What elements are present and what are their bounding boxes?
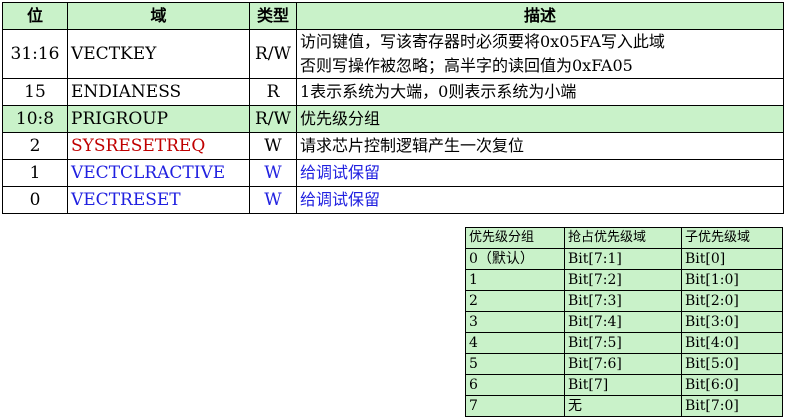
group-cell: 3 xyxy=(465,311,565,333)
field-cell: VECTRESET xyxy=(67,186,250,214)
preempt-cell: Bit[7] xyxy=(564,374,682,396)
table-row: 1 VECTCLRACTIVE W 给调试保留 xyxy=(2,159,784,187)
field-cell: PRIGROUP xyxy=(67,105,250,133)
header-preempt-field: 抢占优先级域 xyxy=(564,227,682,249)
subpriority-cell: Bit[6:0] xyxy=(681,374,783,396)
table-row: 2 SYSRESETREQ W 请求芯片控制逻辑产生一次复位 xyxy=(2,132,784,160)
subpriority-cell: Bit[5:0] xyxy=(681,353,783,375)
subpriority-cell: Bit[1:0] xyxy=(681,269,783,291)
subpriority-cell: Bit[4:0] xyxy=(681,332,783,354)
group-cell: 5 xyxy=(465,353,565,375)
table-row: 31:16 VECTKEY R/W 访问键值，写该寄存器时必须要将0x05FA写… xyxy=(2,29,784,79)
subpriority-cell: Bit[2:0] xyxy=(681,290,783,312)
field-cell: ENDIANESS xyxy=(67,78,250,106)
bit-cell: 10:8 xyxy=(2,105,68,133)
table-row: 5 Bit[7:6] Bit[5:0] xyxy=(465,353,783,375)
group-cell: 0（默认） xyxy=(465,248,565,270)
group-cell: 2 xyxy=(465,290,565,312)
register-table: 位 域 类型 描述 31:16 VECTKEY R/W 访问键值，写该寄存器时必… xyxy=(2,2,784,214)
header-subpriority-field: 子优先级域 xyxy=(681,227,783,249)
type-cell: R/W xyxy=(249,105,297,133)
table-row: 1 Bit[7:2] Bit[1:0] xyxy=(465,269,783,291)
table-row: 6 Bit[7] Bit[6:0] xyxy=(465,374,783,396)
header-bit: 位 xyxy=(2,2,68,30)
description-line: 访问键值，写该寄存器时必须要将0x05FA写入此域 xyxy=(300,32,665,51)
description-cell: 请求芯片控制逻辑产生一次复位 xyxy=(296,132,784,160)
table-row: 15 ENDIANESS R 1表示系统为大端，0则表示系统为小端 xyxy=(2,78,784,106)
bit-cell: 1 xyxy=(2,159,68,187)
bit-cell: 31:16 xyxy=(2,29,68,79)
type-cell: W xyxy=(249,132,297,160)
description-cell: 访问键值，写该寄存器时必须要将0x05FA写入此域 否则写操作被忽略；高半字的读… xyxy=(296,29,784,79)
preempt-cell: Bit[7:2] xyxy=(564,269,682,291)
group-cell: 7 xyxy=(465,395,565,417)
bit-cell: 0 xyxy=(2,186,68,214)
type-cell: W xyxy=(249,159,297,187)
description-cell: 给调试保留 xyxy=(296,159,784,187)
preempt-cell: Bit[7:1] xyxy=(564,248,682,270)
description-cell: 给调试保留 xyxy=(296,186,784,214)
priority-table-header: 优先级分组 抢占优先级域 子优先级域 xyxy=(465,227,783,249)
subpriority-cell: Bit[3:0] xyxy=(681,311,783,333)
field-cell: VECTKEY xyxy=(67,29,250,79)
header-priority-group: 优先级分组 xyxy=(465,227,565,249)
table-row: 7 无 Bit[7:0] xyxy=(465,395,783,417)
field-cell: VECTCLRACTIVE xyxy=(67,159,250,187)
preempt-cell: Bit[7:6] xyxy=(564,353,682,375)
register-table-header: 位 域 类型 描述 xyxy=(2,2,784,30)
priority-group-table: 优先级分组 抢占优先级域 子优先级域 0（默认） Bit[7:1] Bit[0]… xyxy=(465,227,783,417)
description-cell: 1表示系统为大端，0则表示系统为小端 xyxy=(296,78,784,106)
header-field: 域 xyxy=(67,2,250,30)
bit-cell: 15 xyxy=(2,78,68,106)
header-description: 描述 xyxy=(296,2,784,30)
table-row: 4 Bit[7:5] Bit[4:0] xyxy=(465,332,783,354)
preempt-cell: Bit[7:4] xyxy=(564,311,682,333)
field-cell: SYSRESETREQ xyxy=(67,132,250,160)
group-cell: 4 xyxy=(465,332,565,354)
preempt-cell: Bit[7:3] xyxy=(564,290,682,312)
table-row: 3 Bit[7:4] Bit[3:0] xyxy=(465,311,783,333)
preempt-cell: Bit[7:5] xyxy=(564,332,682,354)
table-row-highlighted: 10:8 PRIGROUP R/W 优先级分组 xyxy=(2,105,784,133)
group-cell: 1 xyxy=(465,269,565,291)
description-cell: 优先级分组 xyxy=(296,105,784,133)
table-row: 2 Bit[7:3] Bit[2:0] xyxy=(465,290,783,312)
type-cell: W xyxy=(249,186,297,214)
table-row: 0（默认） Bit[7:1] Bit[0] xyxy=(465,248,783,270)
description-line: 否则写操作被忽略；高半字的读回值为0xFA05 xyxy=(300,56,633,75)
type-cell: R xyxy=(249,78,297,106)
bit-cell: 2 xyxy=(2,132,68,160)
header-type: 类型 xyxy=(249,2,297,30)
type-cell: R/W xyxy=(249,29,297,79)
preempt-cell: 无 xyxy=(564,395,682,417)
table-row: 0 VECTRESET W 给调试保留 xyxy=(2,186,784,214)
subpriority-cell: Bit[7:0] xyxy=(681,395,783,417)
subpriority-cell: Bit[0] xyxy=(681,248,783,270)
group-cell: 6 xyxy=(465,374,565,396)
